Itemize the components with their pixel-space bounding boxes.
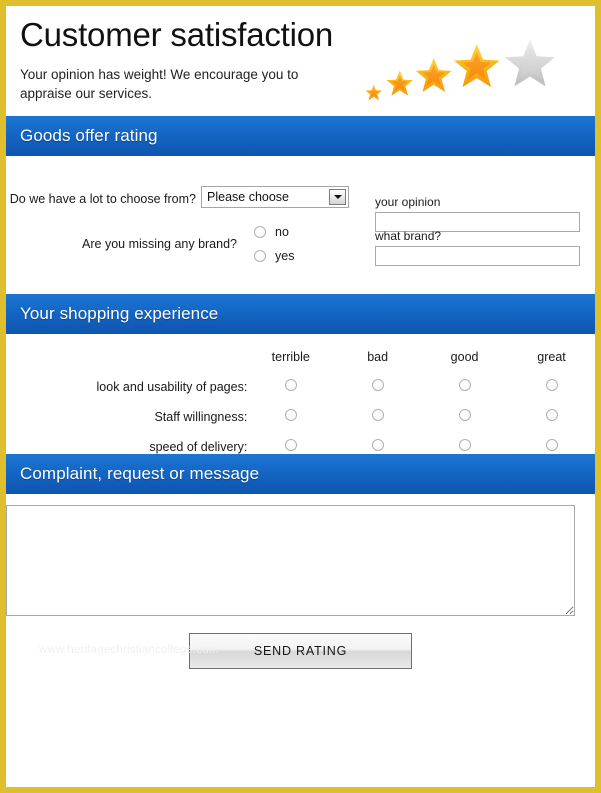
brand-radio-label-yes: yes: [275, 249, 295, 263]
section-header-shopping: Your shopping experience: [6, 294, 595, 334]
watermark-text: www.heritagechristiancollege.com: [39, 644, 219, 656]
brand-radio-option-yes[interactable]: yes: [254, 244, 294, 268]
matrix-corner-blank: [6, 342, 247, 372]
matrix-column-header-great: great: [537, 350, 566, 364]
page-subtitle: Your opinion has weight! We encourage yo…: [20, 67, 299, 101]
choose-from-select-value: Please choose: [207, 190, 290, 204]
radio-icon[interactable]: [284, 409, 297, 421]
shopping-rating-matrix: terrible bad good great look and usabili…: [6, 342, 595, 462]
section-gap: [6, 280, 595, 294]
matrix-column-header-good: good: [450, 350, 479, 364]
five-star-rating-icon: [360, 38, 585, 110]
matrix-cell[interactable]: [334, 432, 421, 462]
matrix-column-header-terrible: terrible: [271, 350, 310, 364]
radio-icon[interactable]: [545, 379, 558, 391]
what-brand-group: what brand?: [375, 230, 580, 266]
matrix-row-label-staff-willingness: Staff willingness:: [154, 410, 248, 424]
radio-icon[interactable]: [545, 409, 558, 421]
your-opinion-label: your opinion: [375, 195, 441, 209]
choose-from-select[interactable]: Please choose: [201, 186, 349, 208]
matrix-cell[interactable]: [247, 372, 334, 402]
section-body-goods: Do we have a lot to choose from? Please …: [6, 156, 595, 280]
question-label-brand: Are you missing any brand?: [82, 237, 237, 251]
radio-icon[interactable]: [458, 379, 471, 391]
matrix-row-label-look-usability: look and usability of pages:: [96, 380, 248, 394]
brand-radio-label-no: no: [275, 225, 289, 239]
matrix-cell[interactable]: [421, 402, 508, 432]
what-brand-input[interactable]: [375, 246, 580, 266]
radio-icon[interactable]: [254, 250, 266, 262]
customer-satisfaction-form: Customer satisfaction Your opinion has w…: [0, 0, 601, 793]
radio-icon[interactable]: [545, 439, 558, 451]
section-body-message: SEND RATING www.heritagechristiancollege…: [6, 494, 595, 694]
section-title-shopping: Your shopping experience: [20, 304, 219, 323]
matrix-cell[interactable]: [334, 372, 421, 402]
matrix-row: Staff willingness:: [6, 402, 595, 432]
matrix-cell[interactable]: [508, 372, 595, 402]
matrix-cell[interactable]: [508, 402, 595, 432]
matrix-row: look and usability of pages:: [6, 372, 595, 402]
matrix-cell[interactable]: [247, 402, 334, 432]
your-opinion-group: your opinion: [375, 196, 580, 232]
matrix-cell[interactable]: [508, 432, 595, 462]
section-header-goods: Goods offer rating: [6, 116, 595, 156]
radio-icon[interactable]: [284, 439, 297, 451]
send-rating-button[interactable]: SEND RATING: [189, 633, 412, 669]
matrix-header-row: terrible bad good great: [6, 342, 595, 372]
page-header: Customer satisfaction Your opinion has w…: [6, 6, 595, 116]
radio-icon[interactable]: [371, 379, 384, 391]
brand-radio-group: no yes: [254, 220, 294, 268]
section-title-goods: Goods offer rating: [20, 126, 158, 145]
matrix-cell[interactable]: [421, 372, 508, 402]
section-title-message: Complaint, request or message: [20, 464, 260, 483]
message-textarea[interactable]: [6, 505, 575, 616]
matrix-cell[interactable]: [421, 432, 508, 462]
what-brand-label: what brand?: [375, 229, 442, 243]
question-label-choice: Do we have a lot to choose from?: [9, 192, 196, 206]
radio-icon[interactable]: [371, 409, 384, 421]
brand-radio-option-no[interactable]: no: [254, 220, 294, 244]
matrix-row-label-speed-of-delivery: speed of delivery:: [149, 440, 248, 454]
radio-icon[interactable]: [371, 439, 384, 451]
matrix-row: speed of delivery:: [6, 432, 595, 462]
matrix-cell[interactable]: [247, 432, 334, 462]
matrix-column-header-bad: bad: [367, 350, 389, 364]
radio-icon[interactable]: [284, 379, 297, 391]
section-body-shopping: terrible bad good great look and usabili…: [6, 334, 595, 454]
question-row-choice: Do we have a lot to choose from? Please …: [6, 186, 595, 232]
radio-icon[interactable]: [458, 439, 471, 451]
radio-icon[interactable]: [458, 409, 471, 421]
radio-icon[interactable]: [254, 226, 266, 238]
matrix-cell[interactable]: [334, 402, 421, 432]
chevron-down-icon[interactable]: [329, 189, 346, 205]
